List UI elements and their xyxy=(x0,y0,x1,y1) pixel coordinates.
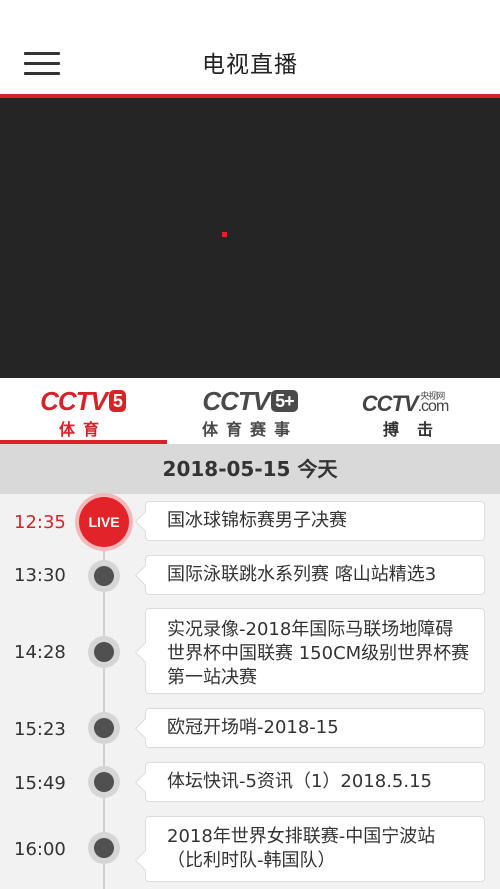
timeline-node xyxy=(88,712,120,744)
app-header: 电视直播 xyxy=(0,0,500,94)
program-title: 2018年世界女排联赛-中国宁波站（比利时队-韩国队） xyxy=(167,826,436,871)
cctv5-plus-logo: CCTV 5+ xyxy=(167,387,333,415)
tab-label: 体育赛事 xyxy=(201,420,298,439)
program-card[interactable]: 体坛快讯-5资讯（1）2018.5.15 xyxy=(145,762,485,802)
program-card[interactable]: 欧冠开场哨-2018-15 xyxy=(145,708,485,748)
schedule-row: 13:30 国际泳联跳水系列赛 喀山站精选3 xyxy=(0,550,500,602)
timeline-node xyxy=(88,766,120,798)
video-player[interactable] xyxy=(0,98,500,378)
schedule-row: 16:00 2018年世界女排联赛-中国宁波站（比利时队-韩国队） xyxy=(0,812,500,889)
program-time: 12:35 xyxy=(14,512,66,533)
tab-cctv5[interactable]: CCTV 5 体育 xyxy=(0,378,167,444)
tab-label: 体育 xyxy=(58,420,107,439)
cctv5-logo: CCTV 5 xyxy=(0,387,166,415)
program-title: 实况录像-2018年国际马联场地障碍世界杯中国联赛 150CM级别世界杯赛第一站… xyxy=(167,619,470,688)
program-title: 体坛快讯-5资讯（1）2018.5.15 xyxy=(167,771,433,792)
timeline-node xyxy=(88,560,120,592)
channel-tabs: CCTV 5 体育 CCTV 5+ 体育赛事 CCTV.com央视网 搏击 xyxy=(0,378,500,444)
schedule-row: 15:49 体坛快讯-5资讯（1）2018.5.15 xyxy=(0,756,500,808)
program-time: 15:23 xyxy=(14,719,66,740)
program-time: 14:28 xyxy=(14,642,66,663)
loading-indicator xyxy=(222,232,227,237)
timeline-node xyxy=(88,636,120,668)
program-title: 欧冠开场哨-2018-15 xyxy=(167,717,339,738)
program-card[interactable]: 2018年世界女排联赛-中国宁波站（比利时队-韩国队） xyxy=(145,816,485,882)
schedule-row: 12:35 LIVE .r1::before{top:13px;} 国冰球锦标赛… xyxy=(0,494,500,550)
live-badge: LIVE xyxy=(79,497,129,547)
program-time: 13:30 xyxy=(14,565,66,586)
program-card[interactable]: 实况录像-2018年国际马联场地障碍世界杯中国联赛 150CM级别世界杯赛第一站… xyxy=(145,608,485,694)
program-card[interactable]: .r1::before{top:13px;} 国冰球锦标赛男子决赛 xyxy=(145,501,485,541)
page-title: 电视直播 xyxy=(202,52,298,78)
program-time: 16:00 xyxy=(14,839,66,860)
tab-cctv5-plus[interactable]: CCTV 5+ 体育赛事 xyxy=(167,378,333,444)
tab-label: 搏击 xyxy=(382,420,451,439)
timeline-node xyxy=(88,832,120,864)
program-card[interactable]: 国际泳联跳水系列赛 喀山站精选3 xyxy=(145,555,485,595)
schedule-row: 15:23 欧冠开场哨-2018-15 xyxy=(0,702,500,754)
tab-cctv-com-fight[interactable]: CCTV.com央视网 搏击 xyxy=(334,378,500,444)
schedule-row: 14:28 实况录像-2018年国际马联场地障碍世界杯中国联赛 150CM级别世… xyxy=(0,604,500,700)
program-title: 国冰球锦标赛男子决赛 xyxy=(167,510,347,531)
program-time: 15:49 xyxy=(14,773,66,794)
program-title: 国际泳联跳水系列赛 喀山站精选3 xyxy=(167,564,437,585)
schedule-date: 2018-05-15 今天 xyxy=(0,444,500,494)
